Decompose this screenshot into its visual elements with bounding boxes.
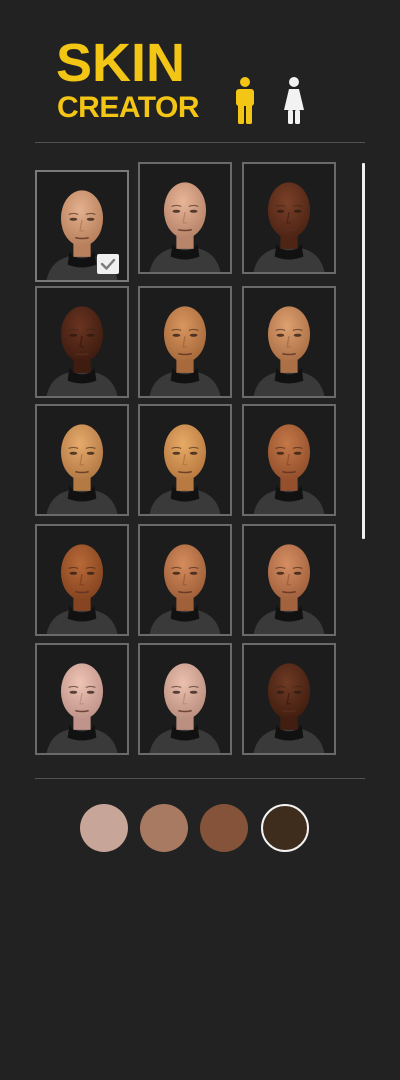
face-option[interactable] (242, 404, 336, 516)
face-portrait (37, 288, 127, 396)
skin-tone-swatches (80, 804, 320, 854)
face-option[interactable] (35, 286, 129, 398)
male-gender-button[interactable] (233, 76, 257, 126)
face-option[interactable] (35, 170, 129, 282)
checkmark-icon (97, 254, 119, 274)
face-option[interactable] (138, 524, 232, 636)
skin-tone-swatch[interactable] (140, 804, 188, 852)
face-option[interactable] (35, 524, 129, 636)
face-portrait (140, 526, 230, 634)
face-option[interactable] (242, 643, 336, 755)
skin-tone-swatch[interactable] (261, 804, 309, 852)
face-option[interactable] (35, 643, 129, 755)
face-portrait (140, 645, 230, 753)
face-option[interactable] (242, 286, 336, 398)
female-gender-button[interactable] (282, 76, 306, 126)
male-figure-icon (236, 77, 254, 124)
face-portrait (140, 164, 230, 272)
face-grid (35, 162, 345, 762)
face-option[interactable] (138, 643, 232, 755)
face-portrait (140, 406, 230, 514)
grid-scrollbar[interactable] (362, 163, 365, 539)
header: SKIN CREATOR (0, 0, 400, 142)
face-portrait (140, 288, 230, 396)
header-divider (35, 142, 365, 143)
skin-tone-swatch[interactable] (200, 804, 248, 852)
face-portrait (37, 526, 127, 634)
face-option[interactable] (242, 524, 336, 636)
face-option[interactable] (35, 404, 129, 516)
face-portrait (37, 406, 127, 514)
app-title-line1: SKIN (56, 33, 186, 93)
skin-tone-swatch[interactable] (80, 804, 128, 852)
app-title-line2: CREATOR (57, 91, 200, 124)
face-option[interactable] (138, 404, 232, 516)
female-figure-icon (284, 77, 304, 124)
face-option[interactable] (138, 286, 232, 398)
face-portrait (244, 406, 334, 514)
face-portrait (244, 645, 334, 753)
face-option[interactable] (138, 162, 232, 274)
face-option[interactable] (242, 162, 336, 274)
face-portrait (244, 164, 334, 272)
face-portrait (244, 288, 334, 396)
face-portrait (37, 645, 127, 753)
face-portrait (244, 526, 334, 634)
swatch-divider (35, 778, 365, 779)
